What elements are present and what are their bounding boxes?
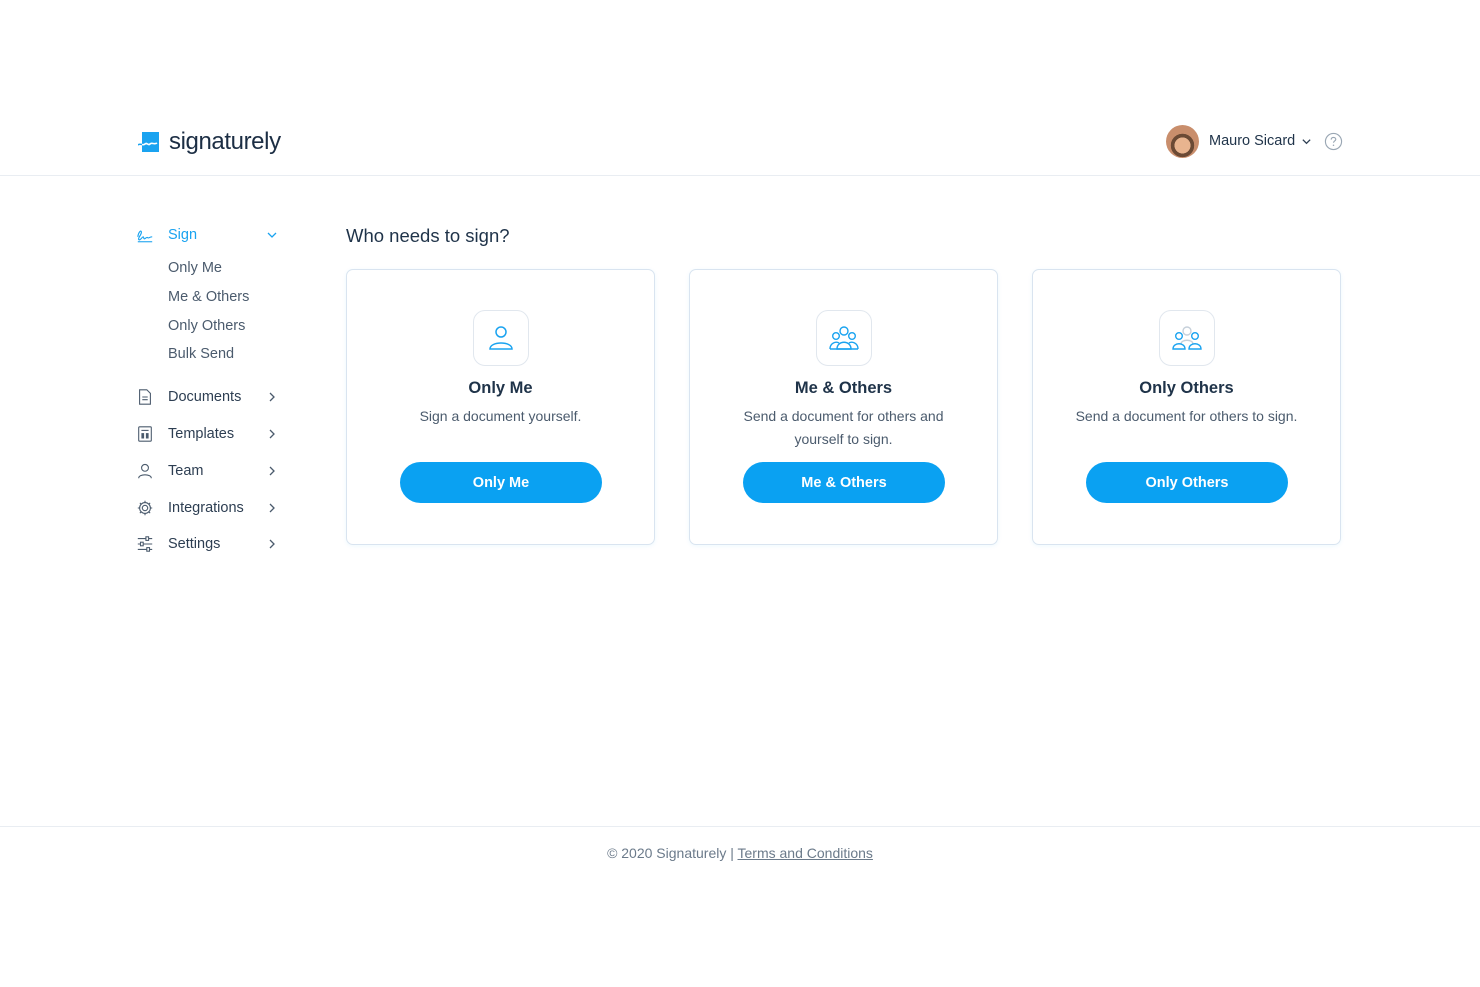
- sidebar-item-label: Settings: [168, 536, 221, 553]
- card-description: Send a document for others and yourself …: [743, 408, 944, 447]
- avatar[interactable]: [1166, 124, 1199, 158]
- user-menu[interactable]: Mauro Sicard: [1166, 124, 1343, 158]
- chevron-right-icon[interactable]: [267, 392, 277, 402]
- top-header: signaturely Mauro Sicard: [0, 0, 1480, 176]
- sidebar-item-settings[interactable]: Settings: [136, 529, 281, 559]
- chevron-right-icon[interactable]: [267, 429, 277, 439]
- card-only-me: Only Me Sign a document yourself. Only M…: [346, 269, 655, 545]
- user-name[interactable]: Mauro Sicard: [1209, 133, 1295, 149]
- page-title: Who needs to sign?: [346, 225, 510, 246]
- card-description: Send a document for others to sign.: [1075, 408, 1298, 424]
- chevron-down-icon[interactable]: [1301, 136, 1312, 147]
- terms-link[interactable]: Terms and Conditions: [738, 845, 873, 861]
- only-others-button[interactable]: Only Others: [1086, 462, 1288, 503]
- sidebar-item-integrations[interactable]: Integrations: [136, 493, 281, 523]
- gear-icon: [137, 500, 153, 515]
- sidebar-item-label: Sign: [168, 227, 198, 243]
- others-icon: [1159, 310, 1215, 366]
- user-icon: [138, 463, 152, 479]
- template-icon: [138, 426, 152, 442]
- footer: © 2020 Signaturely | Terms and Condition…: [0, 826, 1480, 886]
- chevron-right-icon[interactable]: [267, 503, 277, 513]
- copyright-text: © 2020 Signaturely |: [607, 845, 734, 861]
- card-me-and-others: Me & Others Send a document for others a…: [689, 269, 998, 545]
- sidebar-subitem-only-me[interactable]: Only Me: [136, 254, 281, 283]
- sidebar-subitem-only-others[interactable]: Only Others: [136, 312, 281, 341]
- logo-mark-icon: [138, 132, 159, 152]
- sidebar: Sign Only Me Me & Others Only Others Bul…: [136, 220, 281, 559]
- sidebar-item-templates[interactable]: Templates: [136, 419, 281, 449]
- help-icon[interactable]: [1324, 132, 1343, 151]
- logo-text: signaturely: [169, 128, 281, 155]
- sidebar-item-documents[interactable]: Documents: [136, 382, 281, 412]
- card-title: Only Me: [468, 379, 533, 397]
- only-me-button[interactable]: Only Me: [400, 462, 602, 503]
- signature-icon: [137, 230, 153, 243]
- me-and-others-button[interactable]: Me & Others: [743, 462, 945, 503]
- footer-text: © 2020 Signaturely | Terms and Condition…: [0, 845, 1480, 861]
- sidebar-item-label: Team: [168, 462, 204, 479]
- card-description: Sign a document yourself.: [419, 408, 582, 424]
- sidebar-item-label: Integrations: [168, 499, 244, 516]
- sidebar-subitem-bulk-send[interactable]: Bulk Send: [136, 340, 281, 369]
- chevron-right-icon[interactable]: [267, 539, 277, 549]
- sidebar-item-sign[interactable]: Sign: [136, 220, 281, 250]
- sidebar-subitem-me-and-others[interactable]: Me & Others: [136, 283, 281, 312]
- chevron-down-icon[interactable]: [267, 230, 277, 240]
- card-title: Only Others: [1139, 379, 1234, 397]
- sliders-icon: [137, 536, 153, 553]
- logo[interactable]: signaturely: [138, 126, 281, 158]
- chevron-right-icon[interactable]: [267, 466, 277, 476]
- sidebar-item-label: Documents: [168, 389, 242, 406]
- card-only-others: Only Others Send a document for others t…: [1032, 269, 1341, 545]
- group-icon: [816, 310, 872, 366]
- document-icon: [139, 389, 151, 405]
- single-person-icon: [473, 310, 529, 366]
- sidebar-item-team[interactable]: Team: [136, 456, 281, 486]
- sidebar-item-label: Templates: [168, 425, 235, 442]
- card-title: Me & Others: [794, 379, 893, 397]
